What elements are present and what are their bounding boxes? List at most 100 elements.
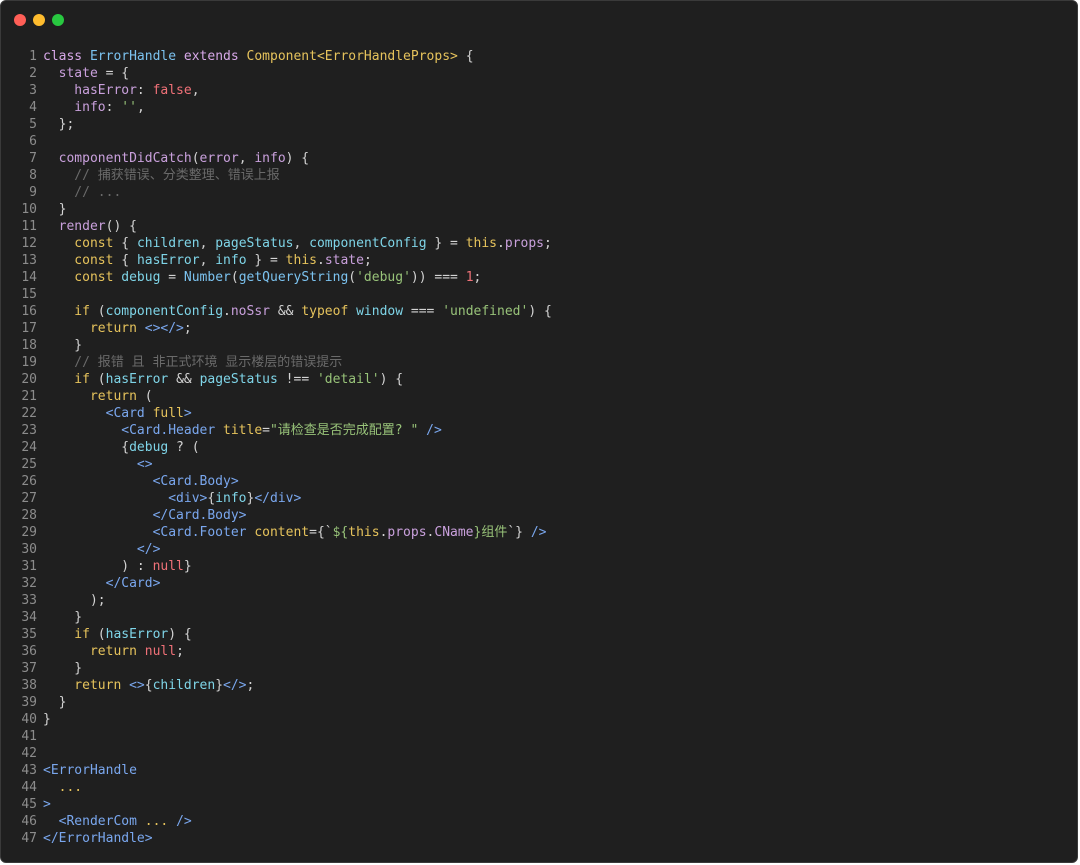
- code-token: ,: [199, 236, 216, 251]
- line-number: 21: [21, 389, 37, 404]
- code-token: return: [43, 678, 130, 693]
- close-window-button[interactable]: [14, 14, 26, 26]
- code-token: } =: [246, 253, 286, 268]
- line-number: 16: [21, 304, 37, 319]
- code-line: 42: [1, 745, 1077, 762]
- code-editor[interactable]: 1 class ErrorHandle extends Component<Err…: [1, 48, 1077, 847]
- code-line: 27 <div>{info}</div>: [1, 490, 1077, 507]
- line-number: 36: [21, 644, 37, 659]
- code-token: extends: [183, 49, 247, 64]
- code-token: class: [43, 49, 90, 64]
- code-line: 30 </>: [1, 541, 1077, 558]
- code-line: 29 <Card.Footer content={`${this.props.C…: [1, 524, 1077, 541]
- code-token: state: [324, 253, 364, 268]
- code-token: <></>: [144, 321, 184, 336]
- code-token: {: [121, 253, 137, 268]
- line-number: 42: [21, 746, 37, 761]
- code-token: ,: [238, 151, 255, 166]
- code-token: state: [43, 66, 106, 81]
- line-number: 33: [21, 593, 37, 608]
- line-number: 46: [21, 814, 37, 829]
- code-token: &&: [168, 372, 200, 387]
- code-line: 25 <>: [1, 456, 1077, 473]
- code-token: :: [136, 83, 153, 98]
- code-token: ;: [176, 644, 184, 659]
- line-number: 2: [29, 66, 37, 81]
- code-token: getQueryString: [238, 270, 349, 285]
- line-number: 14: [21, 270, 37, 285]
- code-token: );: [43, 593, 106, 608]
- code-token: componentDidCatch: [43, 151, 192, 166]
- code-token: "请检查是否完成配置? ": [269, 423, 419, 438]
- code-token: (: [144, 389, 153, 404]
- code-token: }: [43, 695, 67, 710]
- code-token: '': [121, 100, 137, 115]
- code-token: <>: [129, 678, 145, 693]
- code-token: full: [152, 406, 184, 421]
- code-line: 4 info: '',: [1, 99, 1077, 116]
- code-token: const: [43, 253, 122, 268]
- code-token: <Card.Body>: [43, 474, 239, 489]
- code-token: =: [160, 270, 184, 285]
- code-token: 'debug': [356, 270, 411, 285]
- code-token: .: [497, 236, 505, 251]
- code-token: false: [152, 83, 192, 98]
- code-line: 39 }: [1, 694, 1077, 711]
- code-token: // 捕获错误、分类整理、错误上报: [43, 168, 280, 183]
- code-token: render: [43, 219, 106, 234]
- line-number: 19: [21, 355, 37, 370]
- code-token: />: [176, 814, 192, 829]
- line-number: 31: [21, 559, 37, 574]
- code-token: const: [43, 236, 122, 251]
- code-token: null: [144, 644, 177, 659]
- code-token: ,: [199, 253, 216, 268]
- code-token: if: [43, 304, 98, 319]
- code-line: 8 // 捕获错误、分类整理、错误上报: [1, 167, 1077, 184]
- code-token: props: [387, 525, 427, 540]
- code-token: return: [43, 644, 145, 659]
- line-number: 18: [21, 338, 37, 353]
- code-line: 7 componentDidCatch(error, info) {: [1, 150, 1077, 167]
- code-token: ;: [183, 321, 192, 336]
- line-number: 30: [21, 542, 37, 557]
- code-token: return: [43, 389, 145, 404]
- code-line: 24 {debug ? (: [1, 439, 1077, 456]
- code-token: info: [215, 491, 247, 506]
- code-line: 11 render() {: [1, 218, 1077, 235]
- code-token: if: [43, 627, 98, 642]
- line-number: 11: [21, 219, 37, 234]
- code-token: <Card.Header: [43, 423, 224, 438]
- code-line: 19 // 报错 且 非正式环境 显示楼层的错误提示: [1, 354, 1077, 371]
- code-token: error: [199, 151, 239, 166]
- code-token: ) {: [285, 151, 310, 166]
- line-number: 43: [21, 763, 37, 778]
- code-token: ) :: [43, 559, 153, 574]
- line-number: 29: [21, 525, 37, 540]
- code-line: 47 </ErrorHandle>: [1, 830, 1077, 847]
- code-token: componentConfig: [105, 304, 224, 319]
- minimize-window-button[interactable]: [33, 14, 45, 26]
- code-token: .: [223, 304, 231, 319]
- code-token: }: [215, 678, 224, 693]
- code-token: 'undefined': [442, 304, 529, 319]
- code-token: hasError: [43, 83, 137, 98]
- code-token: {: [144, 678, 153, 693]
- code-token: info: [215, 253, 247, 268]
- code-window: 1 class ErrorHandle extends Component<Err…: [0, 0, 1078, 863]
- code-line: 5 };: [1, 116, 1077, 133]
- line-number: 28: [21, 508, 37, 523]
- line-number: 34: [21, 610, 37, 625]
- code-token: .: [316, 253, 325, 268]
- code-token: ...: [43, 780, 83, 795]
- maximize-window-button[interactable]: [52, 14, 64, 26]
- code-line: 3 hasError: false,: [1, 82, 1077, 99]
- code-token: {: [121, 236, 137, 251]
- code-token: () {: [105, 219, 137, 234]
- line-number: 20: [21, 372, 37, 387]
- line-number: 10: [21, 202, 37, 217]
- line-number: 7: [29, 151, 37, 166]
- code-token: hasError: [136, 253, 200, 268]
- code-token: ,: [136, 100, 145, 115]
- code-token: )) ===: [410, 270, 466, 285]
- code-token: = {: [105, 66, 130, 81]
